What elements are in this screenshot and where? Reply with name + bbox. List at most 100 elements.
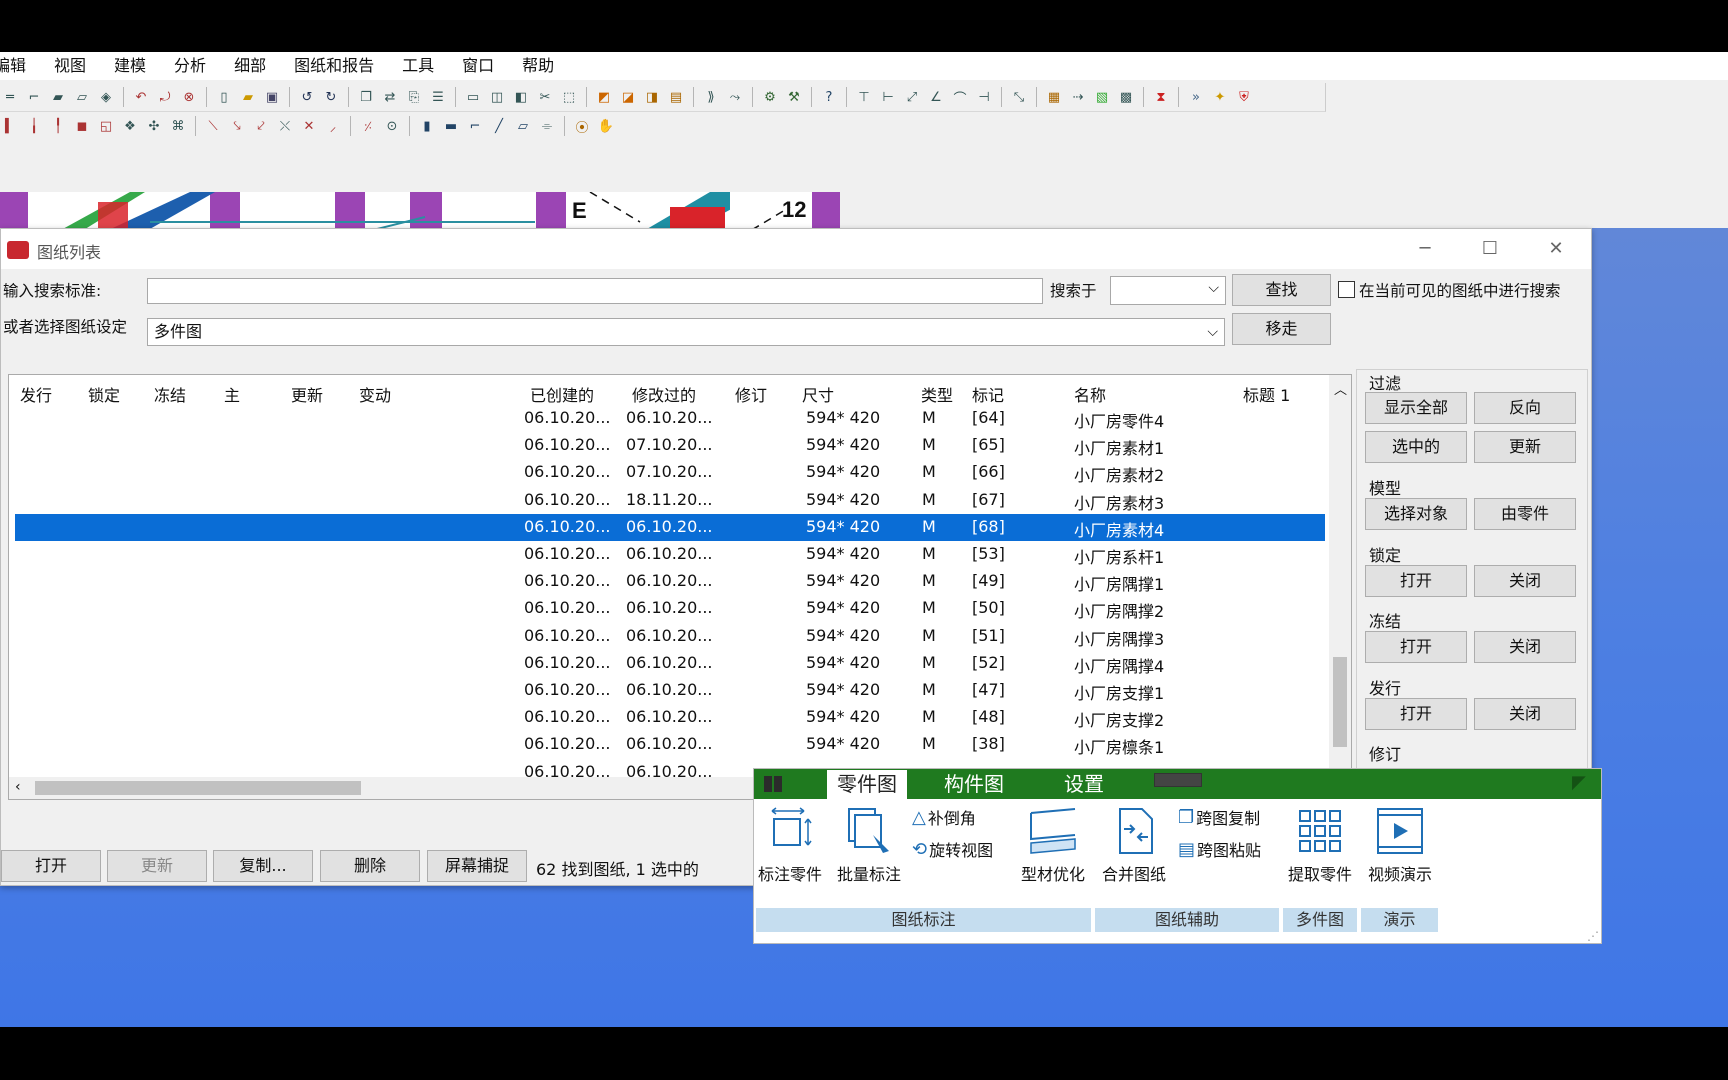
table-row[interactable]: 06.10.20... 06.10.20... 594* 420 M [68] 小厂房素材… [15, 513, 1325, 541]
angle-icon[interactable]: ∠ [926, 88, 946, 106]
mark-part-item[interactable]: 标注零件 [756, 805, 824, 885]
open-folder-icon[interactable]: ▰ [238, 88, 258, 106]
brace-icon[interactable]: ╱ [489, 117, 509, 135]
table-row[interactable]: 06.10.20... 06.10.20... 594* 420 M [64] 小厂房零件… [15, 405, 1325, 432]
table-row[interactable]: 06.10.20... 07.10.20... 594* 420 M [65] 小厂房素材… [15, 432, 1325, 459]
select-assembly-icon[interactable]: ◱ [96, 117, 116, 135]
column-header-type[interactable]: 类型 [921, 382, 953, 406]
move-icon[interactable]: ⇄ [380, 88, 400, 106]
close-icon[interactable]: ✕ [1533, 235, 1579, 263]
component2-icon[interactable]: ⚒ [784, 88, 804, 106]
bolt-measure-icon[interactable]: ⊣ [974, 88, 994, 106]
lock-open-button[interactable]: 打开 [1365, 565, 1467, 597]
polybeam-icon[interactable]: ⌐ [465, 117, 485, 135]
by-part-button[interactable]: 由零件 [1474, 498, 1576, 530]
open-button[interactable]: 打开 [1, 850, 101, 882]
calendar-icon[interactable]: ▩ [1116, 88, 1136, 106]
forward-icon[interactable]: » [1186, 88, 1206, 106]
undo-arc-icon[interactable]: ↶ [131, 88, 151, 106]
weld2-icon[interactable]: ⤳ [725, 88, 745, 106]
menu-edit[interactable]: 编辑 [0, 52, 40, 80]
show-all-button[interactable]: 显示全部 [1365, 392, 1467, 424]
net-icon[interactable]: ⊗ [179, 88, 199, 106]
slab-icon[interactable]: ▰ [48, 88, 68, 106]
column-header-title1[interactable]: 标题 1 [1243, 382, 1290, 406]
search-in-select[interactable]: ⌵ [1110, 276, 1226, 305]
select-plane-icon[interactable]: ◼ [72, 117, 92, 135]
freeze-open-button[interactable]: 打开 [1365, 631, 1467, 663]
snap-line-icon[interactable]: ⤬ [275, 117, 295, 135]
drawing3-icon[interactable]: ◨ [642, 88, 662, 106]
report-icon[interactable]: ▦ [1044, 88, 1064, 106]
measure-icon[interactable]: ⤢ [902, 88, 922, 106]
column-header-size[interactable]: 尺寸 [802, 382, 834, 406]
select-all-icon[interactable]: ▍ [0, 117, 20, 135]
hand-icon[interactable]: ✋ [596, 117, 616, 135]
snap-mid-icon[interactable]: ⤥ [227, 117, 247, 135]
filter-update-button[interactable]: 更新 [1474, 431, 1576, 463]
column-header-update[interactable]: 更新 [291, 382, 323, 406]
profile-optimize-item[interactable]: 型材优化 [1016, 805, 1090, 885]
issue-close-button[interactable]: 关闭 [1474, 698, 1576, 730]
video-demo-item[interactable]: 视频演示 [1362, 805, 1438, 885]
select-grid-icon[interactable]: ⌘ [168, 117, 188, 135]
extract-part-item[interactable]: 提取零件 [1282, 805, 1358, 885]
table-row[interactable]: 06.10.20... 06.10.20... 594* 420 M [53] 小厂房系杆… [15, 541, 1325, 568]
table-row[interactable]: 06.10.20... 07.10.20... 594* 420 M [66] 小厂房素材… [15, 459, 1325, 486]
arc-icon[interactable]: ⌒ [950, 88, 970, 107]
snap-icon[interactable]: ⤾ [155, 88, 175, 106]
menu-view[interactable]: 视图 [40, 52, 100, 80]
merge-drawings-item[interactable]: 合并图纸 [1096, 805, 1172, 885]
dimension-icon[interactable]: ⊤ [854, 88, 874, 106]
undo-icon[interactable]: ↺ [297, 88, 317, 106]
save-icon[interactable]: ▣ [262, 88, 282, 106]
column-header-name[interactable]: 名称 [1074, 382, 1106, 406]
table-row[interactable]: 06.10.20... 06.10.20... 594* 420 M [38] 小厂房檩条… [15, 731, 1325, 758]
catalog-icon[interactable]: ▧ [1092, 88, 1112, 106]
collapse-icon[interactable]: ◤ [1572, 772, 1586, 793]
component-icon[interactable]: ⚙ [760, 88, 780, 106]
select-part-icon[interactable]: ╽ [24, 117, 44, 135]
copy-button[interactable]: 复制... [213, 850, 313, 882]
screen-capture-button[interactable]: 屏幕捕捉 [427, 850, 527, 882]
scroll-thumb-horizontal[interactable] [35, 781, 361, 795]
remove-button[interactable]: 移走 [1232, 313, 1331, 345]
scroll-thumb[interactable] [1333, 657, 1347, 747]
lock-close-button[interactable]: 关闭 [1474, 565, 1576, 597]
drawing2-icon[interactable]: ◪ [618, 88, 638, 106]
column-header-mark[interactable]: 标记 [972, 382, 1004, 406]
select-weld-icon[interactable]: ╿ [48, 117, 68, 135]
table-row[interactable]: 06.10.20... 06.10.20... 594* 420 M [52] 小厂房隅撑… [15, 650, 1325, 677]
menu-modeling[interactable]: 建模 [100, 52, 160, 80]
tab-assembly-drawing[interactable]: 构件图 [934, 770, 1014, 799]
column-header-created[interactable]: 已创建的 [530, 382, 594, 406]
numbering-icon[interactable]: ⇢ [1068, 88, 1088, 106]
app-logo-icon[interactable]: ⧗ [1151, 88, 1171, 106]
drawing-set-select[interactable]: 多件图 ⌵ [147, 318, 1225, 346]
drag-handle[interactable] [1154, 773, 1202, 787]
drawing4-icon[interactable]: ▤ [666, 88, 686, 106]
table-row[interactable]: 06.10.20... 06.10.20... 594* 420 M [51] 小厂房隅撑… [15, 623, 1325, 650]
scroll-left-icon[interactable]: ‹ [15, 779, 21, 795]
snap-free-icon[interactable]: ⸓ [358, 117, 378, 135]
column-icon[interactable]: ▮ [417, 117, 437, 135]
column-header-change[interactable]: 变动 [359, 382, 391, 406]
polyline-icon[interactable]: ⌐ [24, 88, 44, 106]
menu-window[interactable]: 窗口 [448, 52, 508, 80]
zoom-area-icon[interactable]: ⬚ [559, 88, 579, 106]
vertical-scrollbar[interactable]: ︿ [1329, 375, 1351, 799]
snap-node-icon[interactable]: ⸝ [323, 117, 343, 135]
scroll-up-icon[interactable]: ︿ [1334, 379, 1347, 398]
invert-button[interactable]: 反向 [1474, 392, 1576, 424]
column-header-modified[interactable]: 修改过的 [632, 382, 696, 406]
eraser-icon[interactable]: ◈ [96, 88, 116, 106]
select-component-icon[interactable]: ❖ [120, 117, 140, 135]
table-row[interactable]: 06.10.20... 06.10.20... 594* 420 M [47] 小厂房支撑… [15, 677, 1325, 704]
copy-icon[interactable]: ❐ [356, 88, 376, 106]
panel-icon[interactable]: ▱ [72, 88, 92, 106]
select-objects-button[interactable]: 选择对象 [1365, 498, 1467, 530]
column-header-master[interactable]: 主 [224, 382, 240, 406]
table-row[interactable]: 06.10.20... 06.10.20... 594* 420 M [48] 小厂房支撑… [15, 704, 1325, 731]
tab-part-drawing[interactable]: 零件图 [827, 770, 907, 799]
rotate-view-item[interactable]: ⟲ 旋转视图 [912, 837, 1012, 861]
